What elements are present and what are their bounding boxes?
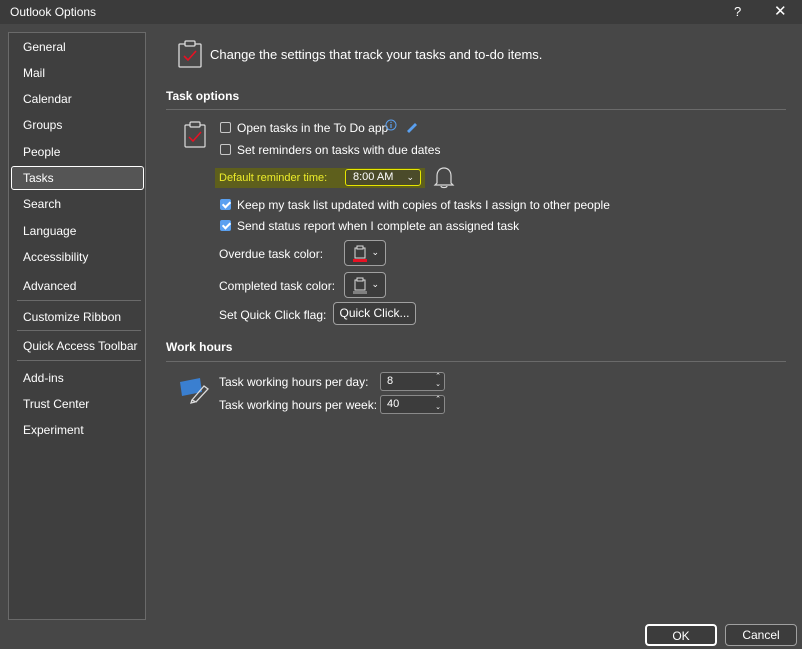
hours-per-day-spinner[interactable]: 8 ⌃ ⌄ <box>380 372 445 391</box>
set-reminders-checkbox[interactable] <box>220 144 231 155</box>
clipboard-icon <box>353 277 367 294</box>
info-icon[interactable] <box>385 119 397 131</box>
default-reminder-label: Default reminder time: <box>219 172 328 184</box>
sidebar-item-add-ins[interactable]: Add-ins <box>11 366 144 390</box>
sidebar-divider <box>17 330 141 331</box>
page-description: Change the settings that track your task… <box>210 47 543 62</box>
hours-per-week-value: 40 <box>387 398 400 410</box>
overdue-color-picker[interactable]: ⌄ <box>344 240 386 266</box>
task-options-icon <box>184 121 206 148</box>
sidebar-item-general[interactable]: General <box>11 35 144 59</box>
sidebar-divider <box>17 360 141 361</box>
send-status-label: Send status report when I complete an as… <box>237 219 520 233</box>
spinner-arrows-icon[interactable]: ⌃ ⌄ <box>435 373 441 389</box>
chevron-down-icon: ⌄ <box>371 247 379 257</box>
completed-color-picker[interactable]: ⌄ <box>344 272 386 298</box>
overdue-color-label: Overdue task color: <box>219 247 324 261</box>
close-button[interactable]: ✕ <box>774 2 787 20</box>
task-clipboard-icon <box>178 40 202 68</box>
hours-per-day-label: Task working hours per day: <box>219 375 369 389</box>
help-button[interactable]: ? <box>734 4 741 19</box>
sidebar-item-people[interactable]: People <box>11 140 144 164</box>
clipboard-icon <box>353 245 367 262</box>
cancel-button[interactable]: Cancel <box>725 624 797 646</box>
set-reminders-label: Set reminders on tasks with due dates <box>237 143 441 157</box>
quick-click-label: Set Quick Click flag: <box>219 308 327 322</box>
open-tasks-todo-label: Open tasks in the To Do app <box>237 121 389 135</box>
pen-icon <box>407 123 417 133</box>
options-sidebar: General Mail Calendar Groups People Task… <box>8 32 146 620</box>
reminder-time-dropdown[interactable]: 8:00 AM ⌄ <box>345 169 421 186</box>
sidebar-item-accessibility[interactable]: Accessibility <box>11 245 144 269</box>
sidebar-divider <box>17 300 141 301</box>
reminder-time-value: 8:00 AM <box>353 171 394 183</box>
ok-button[interactable]: OK <box>645 624 717 646</box>
hours-per-day-value: 8 <box>387 375 394 387</box>
keep-task-list-label: Keep my task list updated with copies of… <box>237 198 610 212</box>
hours-per-week-spinner[interactable]: 40 ⌃ ⌄ <box>380 395 445 414</box>
open-tasks-todo-checkbox[interactable] <box>220 122 231 133</box>
sidebar-item-quick-access-toolbar[interactable]: Quick Access Toolbar <box>11 334 144 358</box>
title-bar: Outlook Options ? ✕ <box>0 0 802 24</box>
quick-click-button[interactable]: Quick Click... <box>333 302 416 325</box>
sidebar-item-language[interactable]: Language <box>11 219 144 243</box>
section-title-task-options: Task options <box>166 89 240 103</box>
spinner-arrows-icon[interactable]: ⌃ ⌄ <box>435 396 441 412</box>
section-divider <box>166 109 786 110</box>
bell-icon <box>433 167 455 189</box>
sidebar-item-search[interactable]: Search <box>11 192 144 216</box>
sidebar-item-trust-center[interactable]: Trust Center <box>11 392 144 416</box>
window-title: Outlook Options <box>10 5 97 19</box>
sidebar-item-customize-ribbon[interactable]: Customize Ribbon <box>11 305 144 329</box>
sidebar-item-calendar[interactable]: Calendar <box>11 87 144 111</box>
keep-task-list-checkbox[interactable] <box>220 199 231 210</box>
send-status-checkbox[interactable] <box>220 220 231 231</box>
chevron-down-icon: ⌄ <box>406 172 414 182</box>
sidebar-item-mail[interactable]: Mail <box>11 61 144 85</box>
sidebar-item-groups[interactable]: Groups <box>11 113 144 137</box>
sidebar-item-advanced[interactable]: Advanced <box>11 274 144 298</box>
completed-color-label: Completed task color: <box>219 279 336 293</box>
section-title-work-hours: Work hours <box>166 340 233 354</box>
chevron-down-icon: ⌄ <box>371 279 379 289</box>
pencil-paper-icon <box>180 378 209 404</box>
hours-per-week-label: Task working hours per week: <box>219 398 378 412</box>
sidebar-item-tasks[interactable]: Tasks <box>11 166 144 190</box>
section-divider <box>166 361 786 362</box>
sidebar-item-experiment[interactable]: Experiment <box>11 418 144 442</box>
